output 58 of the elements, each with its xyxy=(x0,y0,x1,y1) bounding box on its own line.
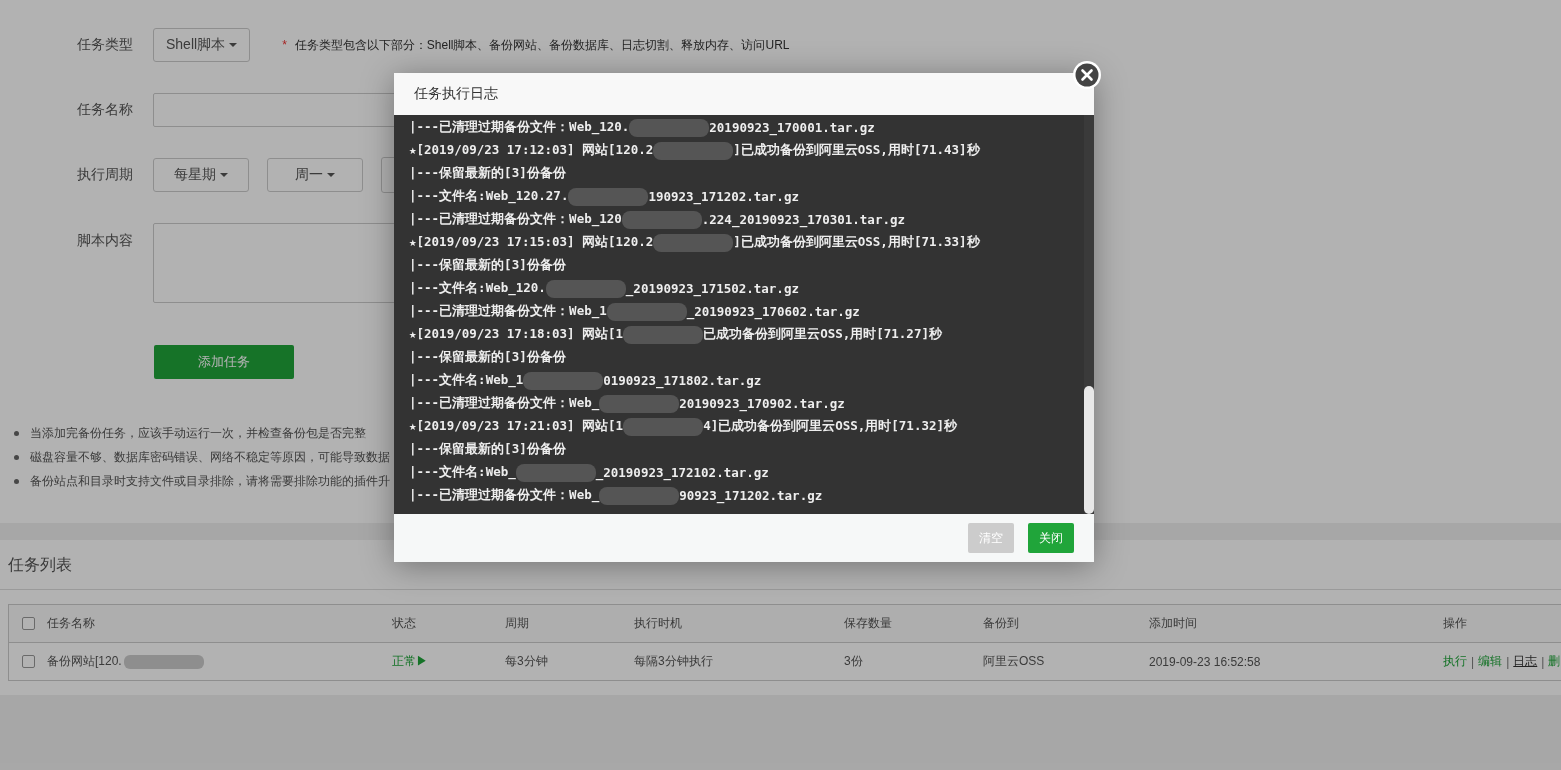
log-text: |---保留最新的[3]份备份 xyxy=(409,257,566,274)
log-text: |---文件名:Web_1 xyxy=(409,372,524,389)
log-text: |---保留最新的[3]份备份 xyxy=(409,165,566,182)
log-text: ]已成功备份到阿里云OSS,用时[71.33]秒 xyxy=(733,234,980,251)
log-text: 20190923_170902.tar.gz xyxy=(679,396,845,411)
log-text: |---保留最新的[3]份备份 xyxy=(409,349,566,366)
log-text: |---保留最新的[3]份备份 xyxy=(409,441,566,458)
note-text: 磁盘容量不够、数据库密码错误、网络不稳定等原因，可能导致数据 xyxy=(30,448,390,466)
log-text: ★[2019/09/23 17:15:03] 网站[120.2 xyxy=(409,234,654,251)
column-header: 保存数量 xyxy=(844,615,892,632)
table-cell: 2019-09-23 16:52:58 xyxy=(1149,654,1261,669)
field-label: 执行周期 xyxy=(76,166,134,184)
log-text: _20190923_172102.tar.gz xyxy=(595,465,769,480)
log-text: |---已清理过期备份文件：Web_1 xyxy=(409,303,607,320)
column-header: 执行时机 xyxy=(634,615,682,632)
log-text: 4]已成功备份到阿里云OSS,用时[71.32]秒 xyxy=(703,418,957,435)
table-cell: 每隔3分钟执行 xyxy=(634,653,713,670)
log-text: 90923_171202.tar.gz xyxy=(679,488,823,503)
log-text: |---已清理过期备份文件：Web_ xyxy=(409,487,600,504)
required-mark: * xyxy=(282,38,287,52)
log-text: 20190923_170001.tar.gz xyxy=(709,120,875,135)
column-header: 添加时间 xyxy=(1149,615,1197,632)
log-text: |---已清理过期备份文件：Web_120 xyxy=(409,211,622,228)
table-cell: 3份 xyxy=(844,653,863,670)
column-header: 备份到 xyxy=(983,615,1019,632)
separator-text: | xyxy=(1541,654,1545,669)
column-header: 周期 xyxy=(505,615,529,632)
log-text: |---已清理过期备份文件：Web_120. xyxy=(409,119,630,136)
column-header: 任务名称 xyxy=(47,615,95,632)
log-text: |---文件名:Web_120. xyxy=(409,280,546,297)
field-label: 脚本内容 xyxy=(76,232,134,250)
status-text: 正常▶ xyxy=(392,653,428,670)
log-text: |---文件名:Web_120.27. xyxy=(409,188,569,205)
log-text: ★[2019/09/23 17:21:03] 网站[1 xyxy=(409,418,624,435)
column-header: 操作 xyxy=(1443,615,1467,632)
log-text: 0190923_171802.tar.gz xyxy=(603,373,762,388)
column-header: 状态 xyxy=(392,615,416,632)
log-text: |---文件名:Web_ xyxy=(409,464,516,481)
separator-text: | xyxy=(1471,654,1475,669)
field-label: 任务类型 xyxy=(76,36,134,54)
log-text: 190923_171202.tar.gz xyxy=(648,189,799,204)
table-cell: 每3分钟 xyxy=(505,653,548,670)
table-cell: 备份网站[120. xyxy=(47,653,122,670)
log-text: |---已清理过期备份文件：Web_ xyxy=(409,395,600,412)
table-cell: 阿里云OSS xyxy=(983,653,1045,670)
separator-text: | xyxy=(1506,654,1510,669)
log-text: _20190923_171502.tar.gz xyxy=(625,281,799,296)
field-label: 任务名称 xyxy=(76,101,134,119)
dialog-title: 任务执行日志 xyxy=(414,85,498,103)
log-text: 已成功备份到阿里云OSS,用时[71.27]秒 xyxy=(703,326,942,343)
hint-text: 任务类型包含以下部分：Shell脚本、备份网站、备份数据库、日志切割、释放内存、访问URL xyxy=(294,36,790,54)
note-text: 备份站点和目录时支持文件或目录排除，请将需要排除功能的插件升 xyxy=(30,472,390,490)
log-text: .224_20190923_170301.tar.gz xyxy=(701,212,905,227)
log-text: _20190923_170602.tar.gz xyxy=(686,304,860,319)
note-text: 当添加完备份任务，应该手动运行一次，并检查备份包是否完整 xyxy=(30,424,366,442)
log-text: ]已成功备份到阿里云OSS,用时[71.43]秒 xyxy=(733,142,980,159)
log-text: ★[2019/09/23 17:18:03] 网站[1 xyxy=(409,326,624,343)
log-text: ★[2019/09/23 17:12:03] 网站[120.2 xyxy=(409,142,654,159)
